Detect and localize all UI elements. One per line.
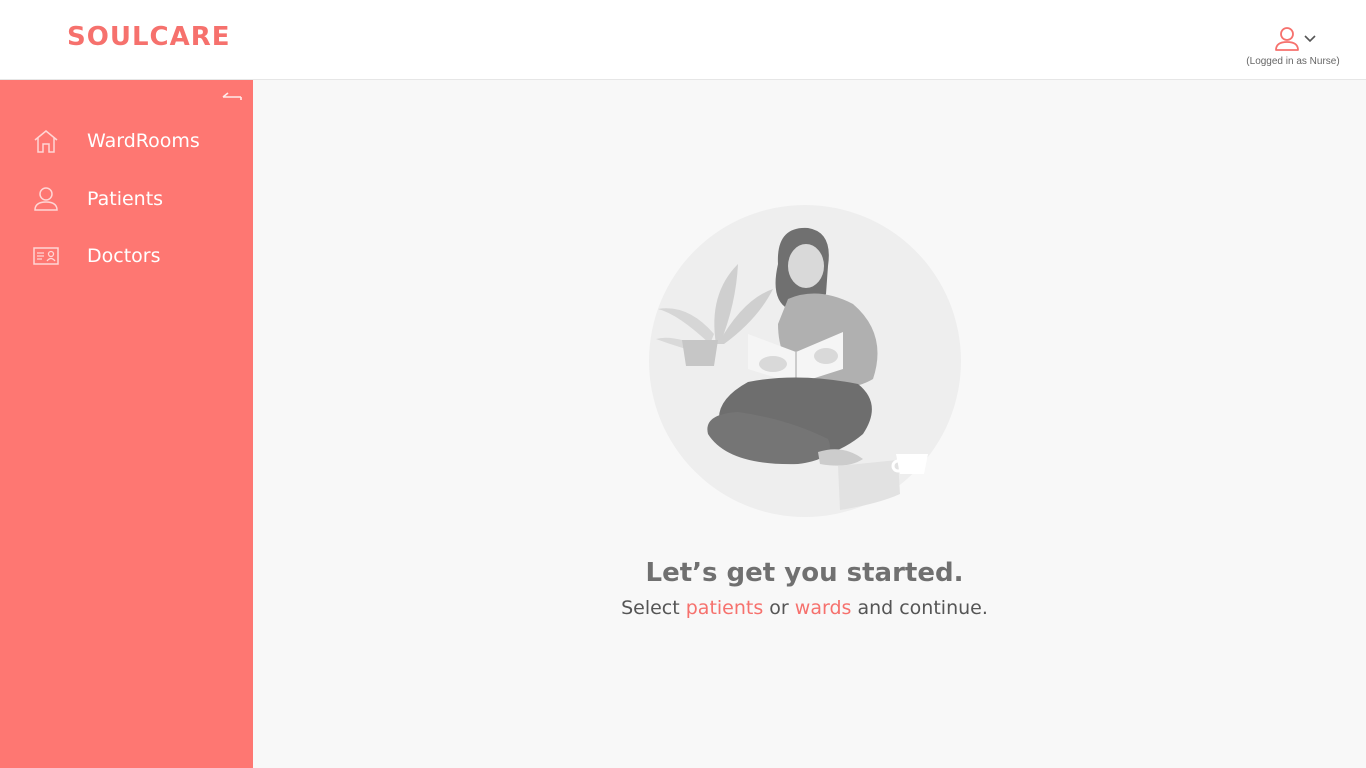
- welcome-subtext: Select patients or wards and continue.: [253, 597, 1356, 619]
- sidebar-item-patients[interactable]: Patients: [0, 174, 253, 224]
- sidebar-item-label: Patients: [87, 188, 164, 210]
- welcome-headline: Let’s get you started.: [645, 558, 964, 588]
- sidebar: WardRooms Patients Doctors: [0, 80, 253, 768]
- subtext-prefix: Select: [621, 597, 686, 619]
- top-header: SOULCARE (Logged in as Nurse): [0, 0, 1366, 80]
- sidebar-item-label: Doctors: [87, 245, 161, 267]
- logged-in-role: (Logged in as Nurse): [1246, 56, 1340, 67]
- woman-reading-illustration: [649, 205, 961, 517]
- user-icon[interactable]: [1274, 26, 1300, 52]
- subtext-suffix: and continue.: [851, 597, 988, 619]
- sidebar-item-label: WardRooms: [87, 130, 200, 152]
- home-icon: [34, 130, 58, 153]
- sidebar-item-doctors[interactable]: Doctors: [0, 231, 253, 281]
- chevron-down-icon[interactable]: [1304, 33, 1316, 43]
- main-content: Let’s get you started. Select patients o…: [253, 80, 1366, 768]
- arrow-left-icon[interactable]: [220, 88, 244, 106]
- user-menu[interactable]: (Logged in as Nurse): [1234, 24, 1366, 72]
- app-logo[interactable]: SOULCARE: [67, 22, 231, 52]
- wards-link[interactable]: wards: [795, 597, 852, 619]
- patients-link[interactable]: patients: [686, 597, 764, 619]
- sidebar-item-wardrooms[interactable]: WardRooms: [0, 116, 253, 166]
- id-card-icon: [33, 247, 59, 265]
- user-icon: [34, 187, 58, 211]
- subtext-middle: or: [763, 597, 795, 619]
